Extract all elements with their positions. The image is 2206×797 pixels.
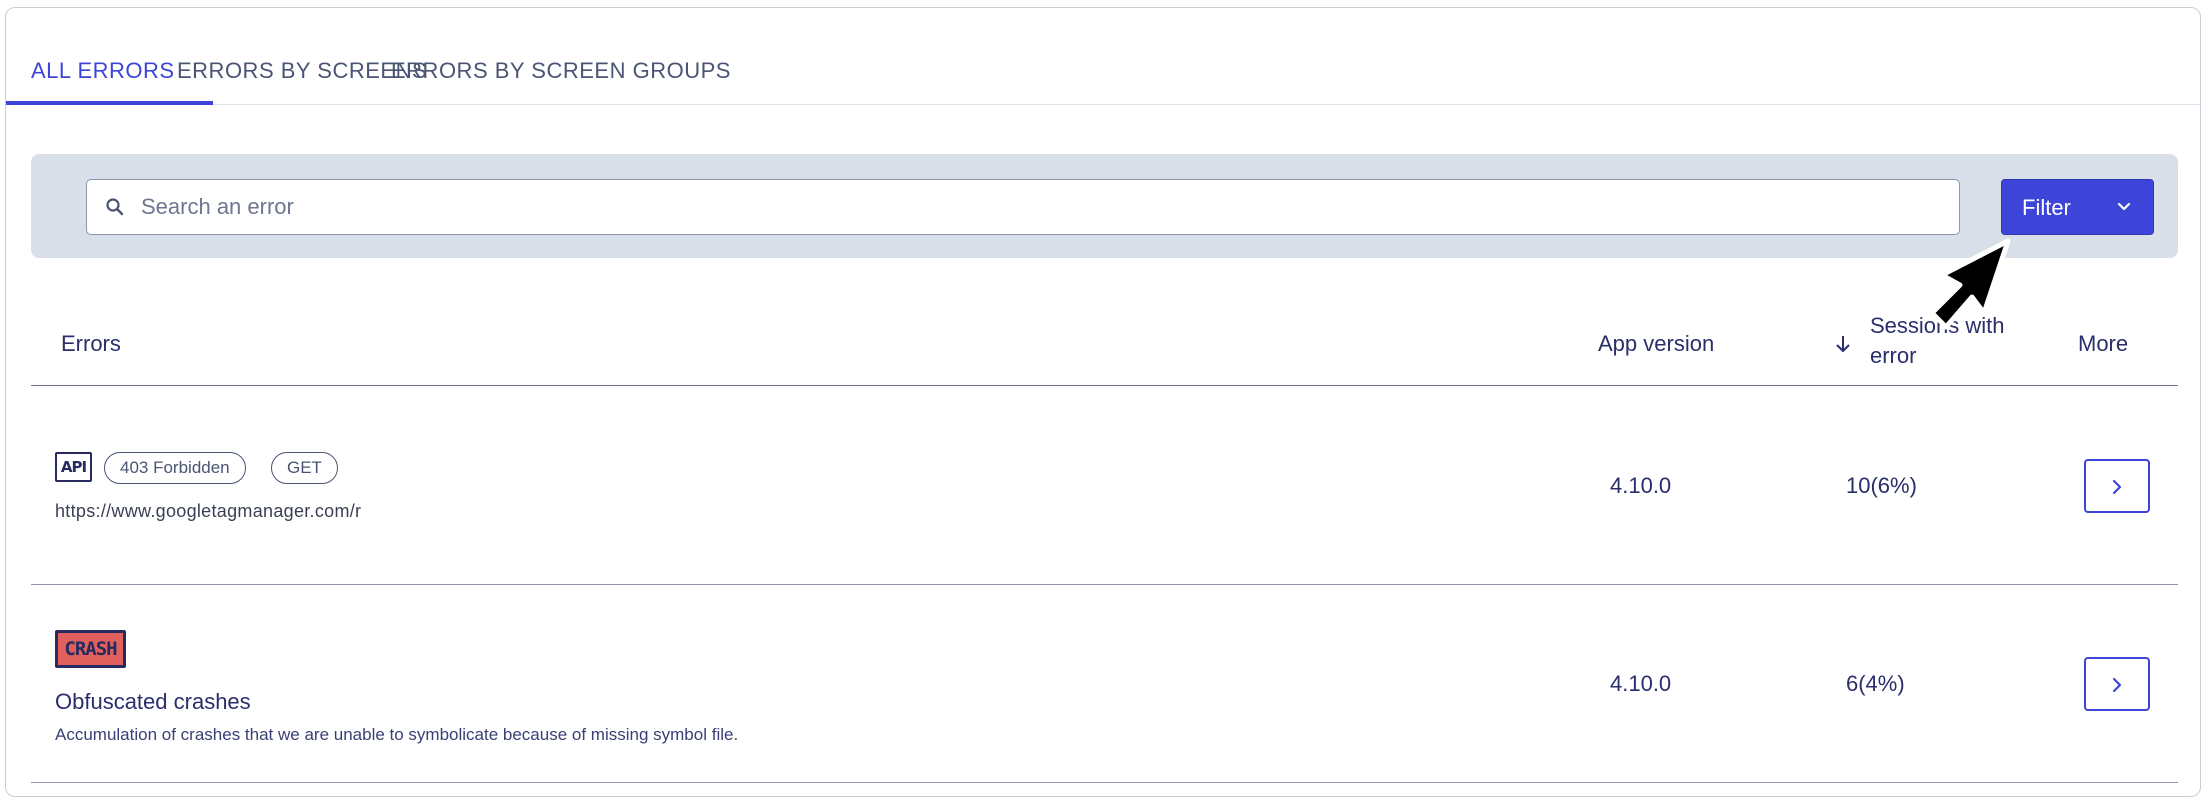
chevron-right-icon xyxy=(2112,479,2122,495)
chevron-right-icon xyxy=(2112,677,2122,693)
sort-descending-icon[interactable] xyxy=(1832,333,1854,355)
table-header: Errors App version Sessions with error M… xyxy=(31,298,2178,386)
search-input[interactable] xyxy=(141,180,1941,233)
app-version-value: 4.10.0 xyxy=(1610,671,1672,696)
more-details-button[interactable] xyxy=(2084,459,2150,513)
filter-button[interactable]: Filter xyxy=(2001,179,2154,235)
sessions-value: 10(6%) xyxy=(1846,473,1917,498)
tab-errors-by-screens[interactable]: ERRORS BY SCREENS xyxy=(177,58,427,84)
crash-badge-icon: CRASH xyxy=(55,630,126,668)
table-row[interactable]: CRASH Obfuscated crashes Accumulation of… xyxy=(31,585,2178,783)
app-version-value: 4.10.0 xyxy=(1610,473,1672,498)
status-pill: 403 Forbidden xyxy=(104,452,246,484)
column-header-more: More xyxy=(2078,331,2129,356)
chevron-down-icon xyxy=(2117,202,2131,211)
mouse-pointer-icon xyxy=(1929,238,2011,330)
search-field[interactable] xyxy=(86,179,1960,235)
api-badge-icon: API xyxy=(55,452,92,482)
column-header-errors: Errors xyxy=(61,331,121,356)
tab-all-errors[interactable]: ALL ERRORS xyxy=(31,58,175,84)
column-header-app-version: App version xyxy=(1598,331,1715,356)
tab-errors-by-screen-groups[interactable]: ERRORS BY SCREEN GROUPS xyxy=(391,58,731,84)
error-description: Accumulation of crashes that we are unab… xyxy=(55,725,739,744)
error-url: https://www.googletagmanager.com/r xyxy=(55,501,362,521)
tab-bar: ALL ERRORS ERRORS BY SCREENS ERRORS BY S… xyxy=(6,8,2200,105)
search-icon xyxy=(106,198,124,216)
errors-panel: ALL ERRORS ERRORS BY SCREENS ERRORS BY S… xyxy=(5,7,2201,797)
error-title: Obfuscated crashes xyxy=(55,689,251,714)
filter-button-label: Filter xyxy=(2022,195,2071,220)
active-tab-indicator xyxy=(6,101,213,105)
sessions-value: 6(4%) xyxy=(1846,671,1905,696)
more-details-button[interactable] xyxy=(2084,657,2150,711)
search-bar: Filter xyxy=(31,154,2178,258)
method-pill: GET xyxy=(271,452,338,484)
table-row[interactable]: API 403 Forbidden GET https://www.google… xyxy=(31,387,2178,585)
column-header-sessions-line2: error xyxy=(1870,343,1917,368)
